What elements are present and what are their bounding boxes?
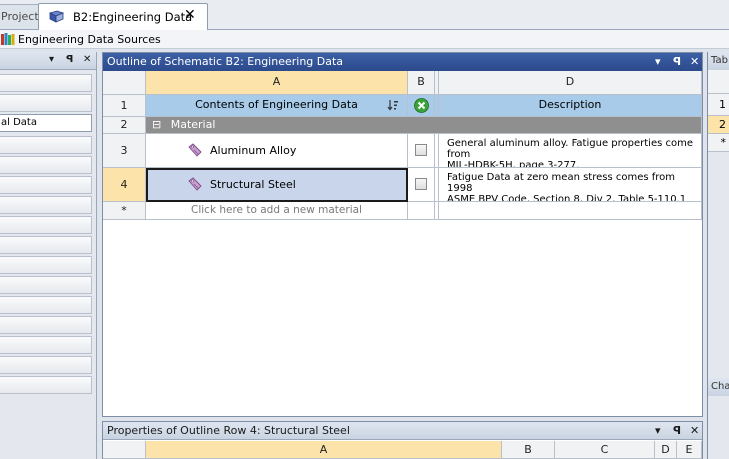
description-line: MIL-HDBK-5H, page 3-277. xyxy=(447,160,580,168)
tab-engineering-data[interactable]: B2:Engineering Data ✕ xyxy=(38,3,208,30)
material-name-cell-selected[interactable]: Structural Steel xyxy=(146,168,408,202)
column-header-b[interactable]: B xyxy=(502,441,555,459)
toolbox-item[interactable] xyxy=(0,296,92,314)
material-name-cell[interactable]: Aluminum Alloy xyxy=(146,134,408,168)
document-tab-bar: Project B2:Engineering Data ✕ xyxy=(0,0,729,30)
outline-title-bar: Outline of Schematic B2: Engineering Dat… xyxy=(103,53,702,71)
material-group-row[interactable]: ⊟ Material xyxy=(146,117,702,134)
row-number[interactable]: 1 xyxy=(103,95,146,117)
suppress-checkbox[interactable] xyxy=(415,178,427,190)
collapse-icon[interactable]: ⊟ xyxy=(152,118,161,131)
empty-cell xyxy=(408,202,435,220)
table-panel-title: Tab xyxy=(708,52,729,70)
sort-icon[interactable] xyxy=(387,99,399,111)
suppress-checkbox[interactable] xyxy=(415,144,427,156)
source-header-cell xyxy=(408,95,435,117)
tab-label: B2:Engineering Data xyxy=(73,10,193,24)
grid-corner[interactable] xyxy=(103,441,146,459)
row-number[interactable]: 3 xyxy=(103,134,146,168)
contents-header-label: Contents of Engineering Data xyxy=(195,98,358,111)
toolbox-item[interactable] xyxy=(0,196,92,214)
material-name: Structural Steel xyxy=(210,178,296,191)
properties-title: Properties of Outline Row 4: Structural … xyxy=(107,424,350,437)
material-description-cell[interactable]: General aluminum alloy. Fatigue properti… xyxy=(439,134,702,168)
toolbox-item[interactable] xyxy=(0,256,92,274)
column-header-c[interactable]: C xyxy=(555,441,655,459)
properties-panel: Properties of Outline Row 4: Structural … xyxy=(102,421,703,459)
description-line: General aluminum alloy. Fatigue properti… xyxy=(447,138,693,160)
row-number[interactable]: 2 xyxy=(103,117,146,134)
material-group-label: Material xyxy=(170,118,216,131)
column-header-d[interactable]: D xyxy=(439,71,702,95)
suppress-cell xyxy=(408,168,435,202)
material-tag-icon xyxy=(188,143,202,157)
toolbox-item[interactable] xyxy=(0,356,92,374)
add-material-input[interactable]: Click here to add a new material xyxy=(146,202,408,220)
pin-icon[interactable]: ꟼ xyxy=(66,54,73,65)
toolbox-item[interactable] xyxy=(0,74,92,92)
toolbox-item[interactable] xyxy=(0,336,92,354)
row-number-selected[interactable]: 2 xyxy=(708,116,729,134)
row-number[interactable]: 1 xyxy=(708,94,729,116)
toolbox-item[interactable] xyxy=(0,136,92,154)
x-circle-icon[interactable] xyxy=(414,98,429,113)
empty-cell xyxy=(439,202,702,220)
panel-menu-icon[interactable]: ▾ xyxy=(49,54,54,65)
column-header-d[interactable]: D xyxy=(655,441,677,459)
pin-icon[interactable]: ꟼ xyxy=(673,53,681,70)
row-number[interactable]: * xyxy=(103,202,146,220)
description-header-cell: Description xyxy=(439,95,702,117)
toolbox-panel: ▾ ꟼ ✕ al Data xyxy=(0,52,97,459)
material-name: Aluminum Alloy xyxy=(210,144,297,157)
panel-menu-icon[interactable]: ▾ xyxy=(655,53,661,70)
library-books-icon xyxy=(1,33,15,45)
toolbox-item-general-data[interactable]: al Data xyxy=(0,114,92,132)
toolbox-item[interactable] xyxy=(0,94,92,112)
close-icon[interactable]: ✕ xyxy=(690,53,699,70)
toolbar: Engineering Data Sources xyxy=(0,30,729,49)
close-icon[interactable]: ✕ xyxy=(184,7,196,23)
toolbox-item[interactable] xyxy=(0,316,92,334)
toolbox-item[interactable] xyxy=(0,276,92,294)
engineering-data-sources-button[interactable]: Engineering Data Sources xyxy=(18,33,161,46)
row-number[interactable]: * xyxy=(708,134,729,152)
outline-title: Outline of Schematic B2: Engineering Dat… xyxy=(107,55,344,68)
table-panel: Tab 1 2 * Cha xyxy=(707,52,729,459)
column-header-b[interactable]: B xyxy=(408,71,435,95)
chart-panel-title: Cha xyxy=(708,378,729,396)
panel-menu-icon[interactable]: ▾ xyxy=(655,422,661,439)
outline-panel: Outline of Schematic B2: Engineering Dat… xyxy=(102,52,703,417)
row-number-selected[interactable]: 4 xyxy=(103,168,146,202)
close-icon[interactable]: ✕ xyxy=(83,54,91,65)
toolbox-header: ▾ ꟼ ✕ xyxy=(0,52,96,70)
toolbox-item[interactable] xyxy=(0,236,92,254)
toolbox-item[interactable] xyxy=(0,216,92,234)
column-header-a[interactable]: A xyxy=(146,441,502,459)
column-header-a[interactable]: A xyxy=(146,71,408,95)
material-tag-icon xyxy=(188,177,202,191)
properties-title-bar: Properties of Outline Row 4: Structural … xyxy=(103,422,702,440)
contents-header-cell: Contents of Engineering Data xyxy=(146,95,408,117)
toolbox-item[interactable] xyxy=(0,156,92,174)
pin-icon[interactable]: ꟼ xyxy=(673,422,681,439)
column-header xyxy=(708,70,729,94)
close-icon[interactable]: ✕ xyxy=(690,422,699,439)
description-line: ASME BPV Code, Section 8, Div 2, Table 5… xyxy=(447,194,687,202)
description-line: Fatigue Data at zero mean stress comes f… xyxy=(447,172,676,194)
toolbox-item[interactable] xyxy=(0,176,92,194)
toolbox-item[interactable] xyxy=(0,376,92,394)
grid-corner[interactable] xyxy=(103,71,146,95)
suppress-cell xyxy=(408,134,435,168)
material-description-cell[interactable]: Fatigue Data at zero mean stress comes f… xyxy=(439,168,702,202)
column-header-e[interactable]: E xyxy=(677,441,702,459)
engineering-data-book-icon xyxy=(49,10,64,23)
